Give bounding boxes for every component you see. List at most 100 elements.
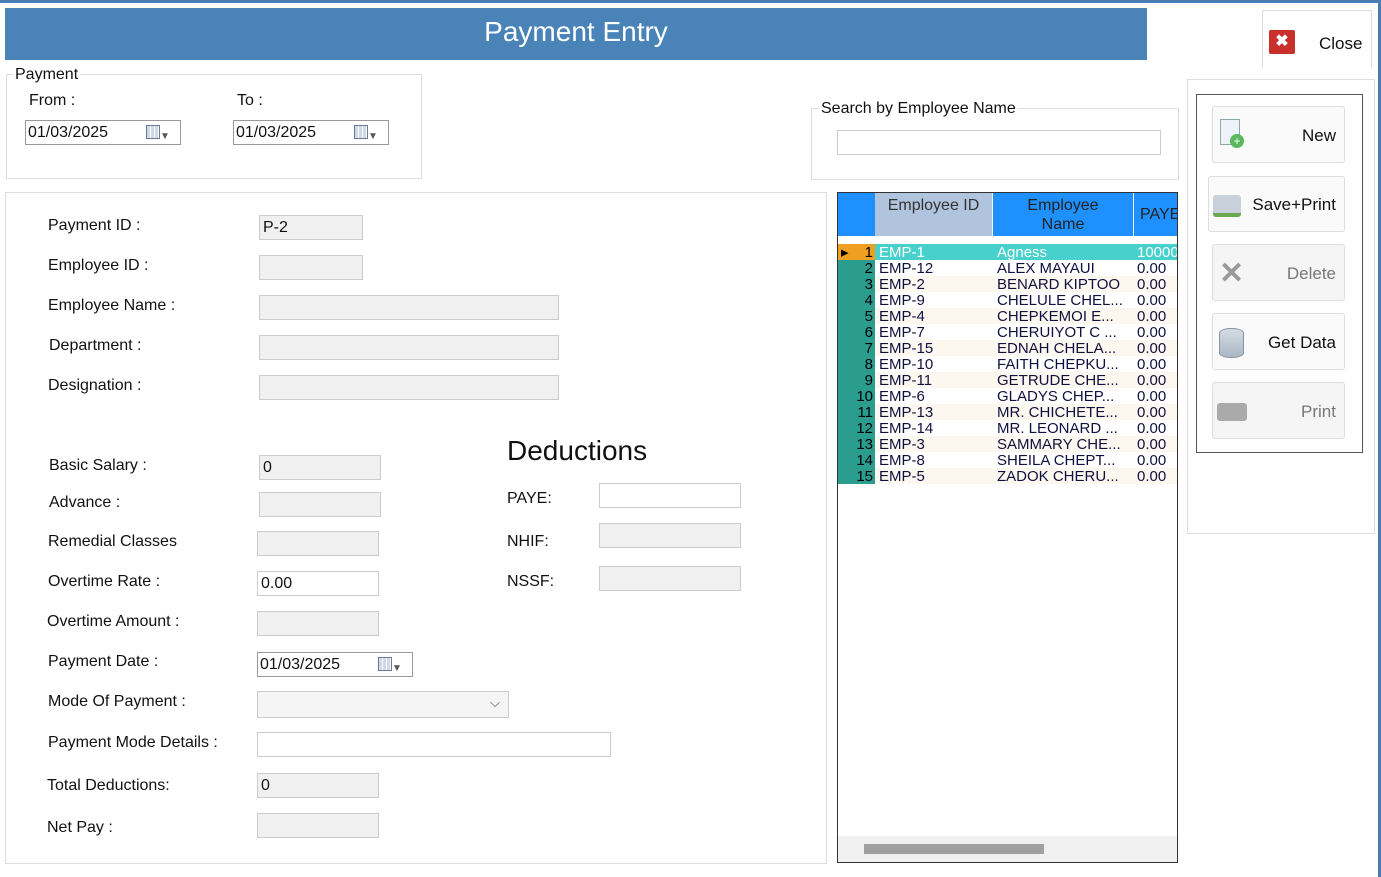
table-row[interactable]: ▸ 1 EMP-1 Agness 10000 (838, 244, 1178, 260)
payment-group-label: Payment (13, 66, 81, 84)
row-number: 9 (838, 372, 875, 388)
remedial-classes-field[interactable] (257, 531, 379, 556)
employee-id-cell: EMP-11 (879, 372, 933, 388)
advance-field[interactable] (259, 492, 381, 517)
overtime-amount-field[interactable] (257, 611, 379, 636)
column-header-paye[interactable]: PAYE (1134, 193, 1177, 236)
employee-grid[interactable]: Employee ID Employee Name PAYE ▸ 1 EMP-1 Ag… (837, 192, 1178, 863)
deductions-heading: Deductions (507, 435, 648, 466)
nssf-label: NSSF: (507, 573, 555, 590)
from-label: From : (29, 92, 76, 109)
table-row[interactable]: 3 EMP-2 BENARD KIPTOO 0.00 (838, 276, 1177, 292)
payment-id-label: Payment ID : (48, 217, 141, 234)
print-button[interactable]: Print (1212, 382, 1345, 439)
paye-field[interactable] (599, 483, 741, 508)
paye-cell: 0.00 (1137, 260, 1167, 276)
calendar-dropdown-icon[interactable]: ▼ (354, 125, 380, 142)
row-number: 7 (838, 340, 875, 356)
net-pay-label: Net Pay : (47, 819, 113, 836)
add-icon: + (1230, 134, 1244, 148)
nssf-field[interactable] (599, 566, 741, 591)
new-button[interactable]: + New (1212, 106, 1345, 163)
employee-name-cell: GETRUDE CHE... (997, 372, 1119, 388)
employee-id-cell: EMP-10 (879, 356, 934, 372)
table-row[interactable]: 13 EMP-3 SAMMARY CHE... 0.00 (838, 436, 1177, 452)
paye-cell: 0.00 (1137, 388, 1167, 404)
employee-id-cell: EMP-12 (879, 260, 934, 276)
nhif-field[interactable] (599, 523, 741, 548)
table-row[interactable]: 9 EMP-11 GETRUDE CHE... 0.00 (838, 372, 1177, 388)
net-pay-field[interactable] (257, 813, 379, 838)
column-header-employee-id[interactable]: Employee ID (875, 193, 992, 236)
from-date-picker[interactable]: 01/03/2025 ▼ (25, 120, 181, 145)
calendar-dropdown-icon[interactable]: ▼ (146, 125, 172, 142)
close-icon: ✖ (1269, 30, 1295, 54)
payment-mode-details-label: Payment Mode Details : (48, 734, 218, 751)
table-row[interactable]: 12 EMP-14 MR. LEONARD ... 0.00 (838, 420, 1177, 436)
paye-cell: 0.00 (1137, 340, 1167, 356)
to-date-picker[interactable]: 01/03/2025 ▼ (233, 120, 389, 145)
table-row[interactable]: 8 EMP-10 FAITH CHEPKU... 0.00 (838, 356, 1177, 372)
scrollbar-thumb[interactable] (864, 844, 1044, 854)
row-number: 13 (838, 436, 875, 452)
payment-mode-details-field[interactable] (257, 732, 611, 757)
paye-cell: 0.00 (1137, 404, 1167, 420)
total-deductions-label: Total Deductions: (47, 777, 170, 794)
paye-cell: 0.00 (1137, 468, 1167, 484)
designation-field[interactable] (259, 375, 559, 400)
delete-button[interactable]: ✕ Delete (1212, 244, 1345, 301)
employee-id-cell: EMP-7 (879, 324, 925, 340)
paye-cell: 0.00 (1137, 276, 1167, 292)
close-label: Close (1319, 34, 1363, 53)
employee-name-cell: MR. CHICHETE... (997, 404, 1118, 420)
paye-cell: 0.00 (1137, 452, 1167, 468)
employee-id-cell: EMP-9 (879, 292, 925, 308)
row-number: 11 (838, 404, 875, 420)
save-print-button[interactable]: Save+Print (1208, 176, 1345, 232)
column-header-employee-name[interactable]: Employee Name (993, 193, 1133, 236)
horizontal-scrollbar[interactable] (838, 836, 1177, 862)
save-print-icon (1213, 195, 1241, 217)
table-row[interactable]: 2 EMP-12 ALEX MAYAUI 0.00 (838, 260, 1177, 276)
employee-id-field[interactable] (259, 255, 363, 280)
from-date-value: 01/03/2025 (28, 124, 109, 141)
row-number: 6 (838, 324, 875, 340)
table-row[interactable]: 15 EMP-5 ZADOK CHERU... 0.00 (838, 468, 1177, 484)
overtime-amount-label: Overtime Amount : (47, 613, 180, 630)
table-row[interactable]: 11 EMP-13 MR. CHICHETE... 0.00 (838, 404, 1177, 420)
payment-date-picker[interactable]: 01/03/2025 ▼ (257, 652, 413, 677)
table-row[interactable]: 7 EMP-15 EDNAH CHELA... 0.00 (838, 340, 1177, 356)
calendar-dropdown-icon[interactable]: ▼ (378, 657, 404, 674)
header-label: Employee ID (887, 197, 980, 214)
basic-salary-field[interactable]: 0 (259, 455, 381, 480)
overtime-rate-label: Overtime Rate : (48, 573, 161, 590)
employee-name-cell: SHEILA CHEPT... (997, 452, 1116, 468)
employee-name-cell: MR. LEONARD ... (997, 420, 1118, 436)
table-row[interactable]: 5 EMP-4 CHEPKEMOI E... 0.00 (838, 308, 1177, 324)
get-data-button[interactable]: Get Data (1212, 313, 1345, 370)
employee-id-cell: EMP-2 (879, 276, 925, 292)
window-border (0, 0, 1381, 3)
overtime-rate-field[interactable]: 0.00 (257, 571, 379, 596)
to-label: To : (237, 92, 263, 109)
designation-label: Designation : (48, 377, 142, 394)
total-deductions-field[interactable]: 0 (257, 773, 379, 798)
save-print-label: Save+Print (1252, 195, 1336, 214)
table-row[interactable]: 10 EMP-6 GLADYS CHEP... 0.00 (838, 388, 1177, 404)
paye-cell: 0.00 (1137, 372, 1167, 388)
table-row[interactable]: 14 EMP-8 SHEILA CHEPT... 0.00 (838, 452, 1177, 468)
employee-id-cell: EMP-8 (879, 452, 925, 468)
table-row[interactable]: 6 EMP-7 CHERUIYOT C ... 0.00 (838, 324, 1177, 340)
table-row[interactable]: 4 EMP-9 CHELULE CHEL... 0.00 (838, 292, 1177, 308)
paye-cell: 0.00 (1137, 420, 1167, 436)
employee-id-cell: EMP-3 (879, 436, 925, 452)
employee-name-field[interactable] (259, 295, 559, 320)
search-input[interactable] (837, 130, 1161, 155)
close-button[interactable]: ✖ Close (1262, 10, 1372, 68)
employee-id-cell: EMP-6 (879, 388, 925, 404)
department-field[interactable] (259, 335, 559, 360)
payment-id-field[interactable]: P-2 (259, 215, 363, 240)
paye-cell: 10000 (1137, 244, 1178, 260)
header-label: Employee Name (1027, 197, 1099, 233)
mode-of-payment-select[interactable]: ⌵ (257, 691, 509, 718)
